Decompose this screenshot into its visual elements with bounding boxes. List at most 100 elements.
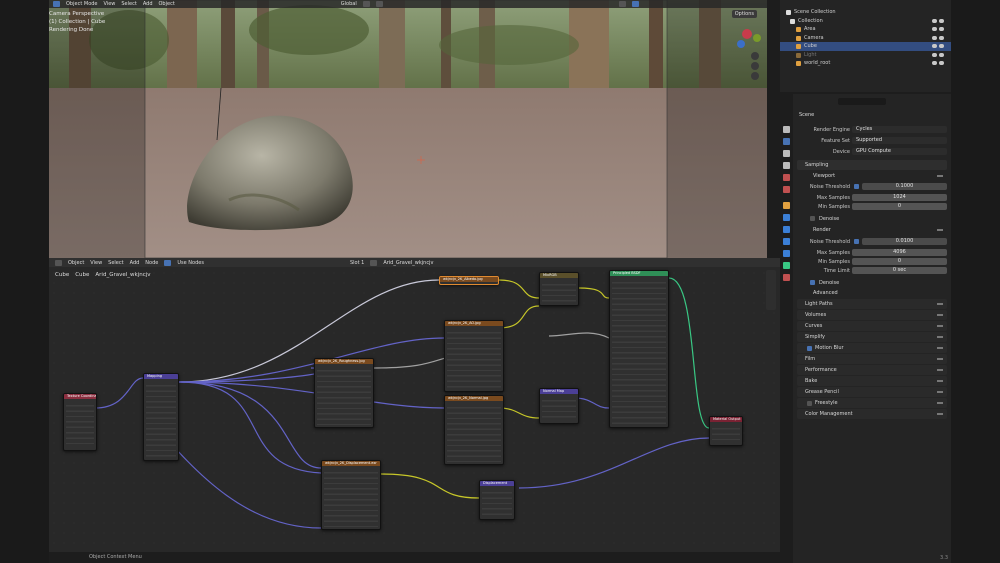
render-max-samples-field[interactable]: 4096 <box>852 249 947 256</box>
node-mix-rgb[interactable]: MixRGB <box>539 272 579 306</box>
node-mapping[interactable]: Mapping <box>143 373 179 461</box>
node-albedo-image[interactable]: wkjncjv_2K_Albedo.jpg <box>439 276 499 285</box>
visibility-toggles[interactable] <box>932 44 945 48</box>
outliner-scene-collection[interactable]: Scene Collection <box>780 8 951 17</box>
snap-icon[interactable] <box>362 1 370 7</box>
drag-handle-icon[interactable] <box>937 303 943 305</box>
panel-sampling[interactable]: Sampling <box>797 160 947 170</box>
panel-bake[interactable]: Bake <box>797 376 947 386</box>
proportional-edit-icon[interactable] <box>375 1 383 7</box>
drag-handle-icon[interactable] <box>937 325 943 327</box>
panel-freestyle[interactable]: Freestyle <box>797 398 947 408</box>
node-principled-bsdf[interactable]: Principled BSDF <box>609 270 669 428</box>
motion-blur-checkbox[interactable] <box>807 345 812 351</box>
node-normal-map[interactable]: Normal Map <box>539 388 579 424</box>
orientation-dropdown[interactable]: Global <box>341 1 357 7</box>
menu-object[interactable]: Object <box>159 1 175 7</box>
render-denoise-checkbox[interactable] <box>810 280 815 285</box>
panel-light-paths[interactable]: Light Paths <box>797 299 947 309</box>
mode-icon[interactable] <box>53 1 60 7</box>
panel-viewport-denoise[interactable]: Denoise <box>805 214 947 224</box>
panel-render[interactable]: Render <box>805 225 947 235</box>
node-title: wkjncjv_2K_Albedo.jpg <box>440 277 498 282</box>
navigation-gizmo[interactable] <box>727 22 763 82</box>
mode-dropdown[interactable]: Object Mode <box>66 1 98 7</box>
drag-handle-icon[interactable] <box>937 314 943 316</box>
drag-handle-icon[interactable] <box>937 229 943 231</box>
drag-handle-icon[interactable] <box>937 413 943 415</box>
drag-handle-icon[interactable] <box>937 369 943 371</box>
outliner-item-light[interactable]: Light <box>780 51 951 60</box>
panel-curves[interactable]: Curves <box>797 321 947 331</box>
node-normal-image[interactable]: wkjncjv_2K_Normal.jpg <box>444 395 504 465</box>
outliner-item-collection[interactable]: Collection <box>780 17 951 26</box>
collection-info: (1) Collection | Cube <box>49 19 106 25</box>
panel-viewport[interactable]: Viewport <box>805 171 947 181</box>
panel-grease-pencil[interactable]: Grease Pencil <box>797 387 947 397</box>
panel-title: Light Paths <box>805 301 833 307</box>
drag-handle-icon[interactable] <box>937 380 943 382</box>
node-roughness-image[interactable]: wkjncjv_2K_Roughness.jpg <box>314 358 374 428</box>
options-button[interactable]: Options <box>731 10 757 18</box>
visibility-toggles[interactable] <box>932 27 945 31</box>
drag-handle-icon[interactable] <box>937 175 943 177</box>
node-title: Displacement <box>480 481 514 486</box>
panel-title: Viewport <box>813 173 836 179</box>
node-ao-image[interactable]: wkjncjv_2K_AO.jpg <box>444 320 504 392</box>
shader-node-editor[interactable]: Object View Select Add Node Use Nodes Sl… <box>49 258 780 552</box>
shading-rendered-icon[interactable] <box>631 1 639 7</box>
drag-handle-icon[interactable] <box>937 358 943 360</box>
drag-handle-icon[interactable] <box>937 336 943 338</box>
device-dropdown[interactable]: GPU Compute <box>852 148 947 155</box>
properties-editor[interactable]: Scene Render Engine Cycles Feature Set S… <box>780 94 951 563</box>
time-limit-field[interactable]: 0 sec <box>852 267 947 274</box>
viewport-max-samples-field[interactable]: 1024 <box>852 194 947 201</box>
properties-search-input[interactable] <box>838 98 886 105</box>
outliner-item-area[interactable]: Area <box>780 25 951 34</box>
freestyle-checkbox[interactable] <box>807 400 812 406</box>
visibility-toggles[interactable] <box>932 18 945 23</box>
drag-handle-icon[interactable] <box>937 347 943 349</box>
viewport-noise-threshold-field[interactable]: 0.1000 <box>862 183 947 190</box>
outliner-item-world-root[interactable]: world_root <box>780 59 951 68</box>
menu-add[interactable]: Add <box>143 1 153 7</box>
visibility-toggles[interactable] <box>932 35 945 40</box>
scene-tab-icon[interactable] <box>783 174 790 181</box>
node-displacement-image[interactable]: wkjncjv_2K_Displacement.exr <box>321 460 381 530</box>
panel-performance[interactable]: Performance <box>797 365 947 375</box>
drag-handle-icon[interactable] <box>937 402 943 404</box>
overlay-icon[interactable] <box>618 1 626 7</box>
material-tab-icon[interactable] <box>783 274 790 281</box>
outliner-item-camera[interactable]: Camera <box>780 34 951 43</box>
render-noise-threshold-checkbox[interactable] <box>854 239 859 244</box>
node-texture-coordinate[interactable]: Texture Coordinate <box>63 393 97 451</box>
viewport-denoise-checkbox[interactable] <box>810 216 815 221</box>
menu-select[interactable]: Select <box>121 1 136 7</box>
node-title: wkjncjv_2K_Roughness.jpg <box>315 359 373 364</box>
node-material-output[interactable]: Material Output <box>709 416 743 446</box>
viewport-min-samples-field[interactable]: 0 <box>852 203 947 210</box>
panel-motion-blur[interactable]: Motion Blur <box>797 343 947 353</box>
modifier-tab-icon[interactable] <box>783 214 790 221</box>
particles-tab-icon[interactable] <box>783 226 790 233</box>
view-layer-tab-icon[interactable] <box>783 162 790 169</box>
visibility-toggles[interactable] <box>932 61 945 65</box>
drag-handle-icon[interactable] <box>937 391 943 393</box>
outliner-item-cube[interactable]: Cube <box>780 42 951 51</box>
menu-view[interactable]: View <box>104 1 116 7</box>
node-displacement[interactable]: Displacement <box>479 480 515 520</box>
panel-volumes[interactable]: Volumes <box>797 310 947 320</box>
outliner[interactable]: Scene Collection Collection Area Camera … <box>780 0 951 92</box>
panel-color-management[interactable]: Color Management <box>797 409 947 419</box>
viewport-noise-threshold-checkbox[interactable] <box>854 184 859 189</box>
panel-simplify[interactable]: Simplify <box>797 332 947 342</box>
render-min-samples-field[interactable]: 0 <box>852 258 947 265</box>
feature-set-dropdown[interactable]: Supported <box>852 137 947 144</box>
panel-advanced[interactable]: Advanced <box>805 288 947 298</box>
visibility-toggles[interactable] <box>932 52 945 57</box>
panel-render-denoise[interactable]: Denoise <box>805 278 947 288</box>
render-engine-dropdown[interactable]: Cycles <box>852 126 947 133</box>
panel-film[interactable]: Film <box>797 354 947 364</box>
render-noise-threshold-field[interactable]: 0.0100 <box>862 238 947 245</box>
3d-viewport[interactable]: Object Mode View Select Add Object Globa… <box>49 0 767 258</box>
